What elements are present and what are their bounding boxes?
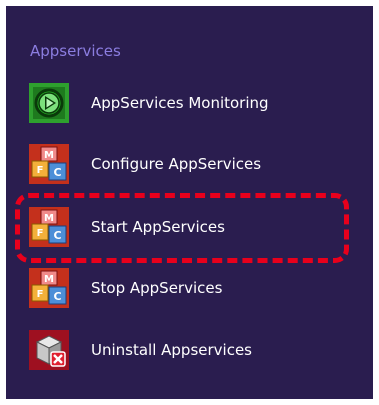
svg-text:M: M (44, 213, 54, 224)
svg-text:M: M (44, 274, 54, 285)
tile-uninstall-appservices[interactable]: Uninstall Appservices (29, 330, 349, 370)
mfc-blocks-icon: M F C (29, 207, 69, 247)
svg-text:M: M (44, 150, 54, 161)
tile-label: Start AppServices (91, 218, 225, 236)
tile-label: Configure AppServices (91, 155, 262, 173)
uninstall-box-icon (29, 330, 69, 370)
tile-label: Stop AppServices (91, 279, 223, 297)
tile-label: Uninstall Appservices (91, 341, 253, 359)
svg-text:C: C (53, 290, 61, 303)
mfc-blocks-icon: M F C (29, 144, 69, 184)
tile-appservices-monitoring[interactable]: AppServices Monitoring (29, 83, 349, 123)
svg-text:F: F (37, 289, 44, 300)
tile-stop-appservices[interactable]: M F C Stop AppServices (29, 268, 349, 308)
tile-label: AppServices Monitoring (91, 94, 269, 112)
monitoring-play-icon (29, 83, 69, 123)
group-title: Appservices (30, 42, 121, 60)
mfc-blocks-icon: M F C (29, 268, 69, 308)
tile-start-appservices[interactable]: M F C Start AppServices (29, 207, 349, 247)
svg-text:F: F (37, 165, 44, 176)
svg-text:F: F (37, 228, 44, 239)
svg-text:C: C (53, 229, 61, 242)
tile-configure-appservices[interactable]: M F C Configure AppServices (29, 144, 349, 184)
svg-text:C: C (53, 166, 61, 179)
